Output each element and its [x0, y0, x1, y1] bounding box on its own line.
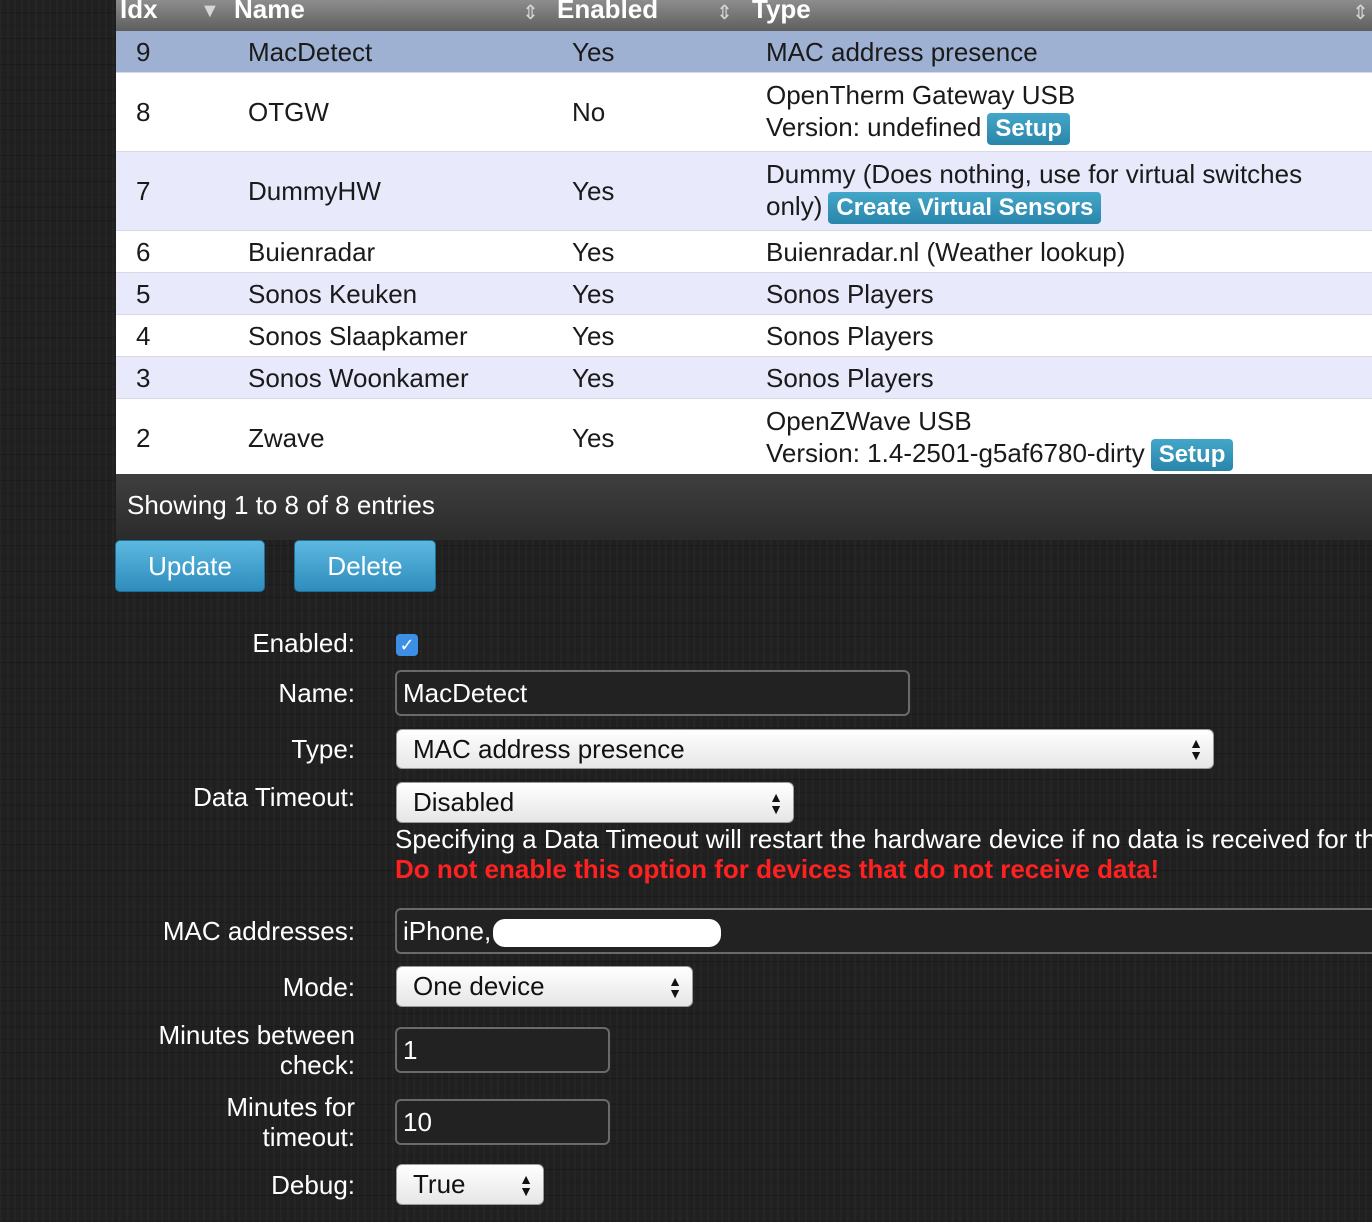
select-arrows-icon: ▲ ▼: [1189, 735, 1203, 763]
delete-button[interactable]: Delete: [294, 540, 436, 592]
table-row[interactable]: 2 Zwave Yes OpenZWave USB Version: 1.4-2…: [116, 399, 1372, 477]
cell-type: OpenTherm Gateway USB Version: undefined…: [766, 79, 1366, 146]
cell-type: Sonos Players: [766, 278, 934, 309]
cell-idx: 2: [136, 422, 151, 453]
debug-select-value: True: [413, 1169, 466, 1199]
mode-select[interactable]: One device ▲ ▼: [396, 966, 693, 1007]
cell-enabled: Yes: [572, 320, 615, 351]
type-text: OpenZWave USB: [766, 405, 972, 436]
data-timeout-help: Specifying a Data Timeout will restart t…: [395, 824, 1372, 854]
table-row[interactable]: 9 MacDetect Yes MAC address presence: [116, 31, 1372, 73]
column-header-name[interactable]: Name: [234, 0, 305, 25]
table-footer: Showing 1 to 8 of 8 entries: [116, 474, 1372, 540]
cell-type: Dummy (Does nothing, use for virtual swi…: [766, 158, 1366, 225]
type-text-cont: only): [766, 190, 823, 221]
data-timeout-label: Data Timeout:: [193, 782, 355, 812]
create-virtual-sensors-button[interactable]: Create Virtual Sensors: [828, 192, 1102, 225]
type-label: Type:: [291, 734, 355, 764]
cell-enabled: Yes: [572, 278, 615, 309]
type-version: Version: undefined: [766, 111, 982, 142]
cell-idx: 5: [136, 278, 151, 309]
select-arrows-icon: ▲ ▼: [519, 1170, 533, 1199]
checkmark-icon: ✓: [399, 635, 415, 655]
table-row[interactable]: 5 Sonos Keuken Yes Sonos Players: [116, 273, 1372, 315]
sort-both-icon[interactable]: ⇕: [522, 0, 539, 25]
debug-label: Debug:: [271, 1170, 355, 1200]
type-version: Version: 1.4-2501-g5af6780-dirty: [766, 437, 1145, 468]
cell-type: Sonos Players: [766, 320, 934, 351]
column-header-enabled[interactable]: Enabled: [557, 0, 658, 25]
name-label: Name:: [278, 678, 355, 708]
debug-select[interactable]: True ▲ ▼: [396, 1164, 544, 1205]
table-row[interactable]: 6 Buienradar Yes Buienradar.nl (Weather …: [116, 231, 1372, 273]
redacted-mark: [493, 919, 722, 948]
cell-type: OpenZWave USB Version: 1.4-2501-g5af6780…: [766, 404, 1366, 471]
cell-type: MAC address presence: [766, 36, 1038, 67]
cell-idx: 7: [136, 176, 151, 206]
enabled-label: Enabled:: [252, 628, 355, 658]
sort-both-icon[interactable]: ⇕: [716, 0, 733, 25]
table-body: 9 MacDetect Yes MAC address presence 8 O…: [116, 31, 1372, 477]
mode-select-value: One device: [413, 971, 545, 1001]
cell-name: DummyHW: [248, 176, 381, 206]
minutes-for-timeout-input[interactable]: 10: [395, 1099, 610, 1145]
cell-idx: 6: [136, 236, 151, 267]
setup-button[interactable]: Setup: [1150, 438, 1234, 471]
cell-name: OTGW: [248, 97, 329, 127]
cell-name: Sonos Keuken: [248, 278, 418, 309]
mac-addresses-input[interactable]: iPhone,: [395, 908, 1372, 954]
column-header-idx[interactable]: Idx: [120, 0, 158, 25]
table-row[interactable]: 8 OTGW No OpenTherm Gateway USB Version:…: [116, 73, 1372, 152]
cell-name: Zwave: [248, 422, 325, 453]
entries-info: Showing 1 to 8 of 8 entries: [127, 490, 435, 520]
name-input[interactable]: MacDetect: [395, 670, 910, 716]
select-arrows-icon: ▲ ▼: [769, 788, 783, 817]
data-timeout-value: Disabled: [413, 787, 515, 817]
cell-enabled: Yes: [572, 36, 615, 67]
minutes-for-timeout-label: Minutes for timeout:: [226, 1092, 355, 1152]
cell-enabled: Yes: [572, 236, 615, 267]
enabled-checkbox[interactable]: ✓: [396, 634, 418, 656]
minutes-between-check-input[interactable]: 1: [395, 1027, 610, 1073]
sort-both-icon[interactable]: ⇕: [1352, 0, 1369, 25]
data-timeout-warning: Do not enable this option for devices th…: [395, 854, 1160, 884]
cell-enabled: No: [572, 97, 606, 127]
cell-enabled: Yes: [572, 362, 615, 393]
table-row[interactable]: 4 Sonos Slaapkamer Yes Sonos Players: [116, 315, 1372, 357]
setup-button[interactable]: Setup: [987, 113, 1071, 146]
cell-name: MacDetect: [248, 36, 373, 67]
update-button[interactable]: Update: [115, 540, 265, 592]
cell-name: Sonos Slaapkamer: [248, 320, 468, 351]
type-text: Dummy (Does nothing, use for virtual swi…: [766, 158, 1303, 189]
hardware-table: Idx ▼ Name ⇕ Enabled ⇕ Type ⇕ 9 MacDetec…: [116, 0, 1372, 540]
select-arrows-icon: ▲ ▼: [668, 972, 682, 1001]
cell-idx: 4: [136, 320, 151, 351]
cell-idx: 9: [136, 36, 151, 67]
cell-idx: 8: [136, 97, 151, 127]
cell-idx: 3: [136, 362, 151, 393]
column-header-type[interactable]: Type: [752, 0, 811, 25]
type-select-value: MAC address presence: [413, 734, 685, 764]
type-select[interactable]: MAC address presence ▲ ▼: [396, 729, 1214, 769]
table-header: Idx ▼ Name ⇕ Enabled ⇕ Type ⇕: [116, 0, 1372, 32]
mac-addresses-label: MAC addresses:: [162, 916, 355, 946]
cell-name: Sonos Woonkamer: [248, 362, 469, 393]
cell-enabled: Yes: [572, 176, 615, 206]
mode-label: Mode:: [282, 972, 355, 1002]
cell-enabled: Yes: [572, 422, 615, 453]
sort-desc-icon[interactable]: ▼: [200, 0, 220, 23]
cell-name: Buienradar: [248, 236, 376, 267]
table-row[interactable]: 3 Sonos Woonkamer Yes Sonos Players: [116, 357, 1372, 399]
minutes-between-check-label: Minutes between check:: [158, 1020, 355, 1080]
cell-type: Sonos Players: [766, 362, 934, 393]
data-timeout-select[interactable]: Disabled ▲ ▼: [396, 782, 794, 823]
table-row[interactable]: 7 DummyHW Yes Dummy (Does nothing, use f…: [116, 152, 1372, 231]
cell-type: Buienradar.nl (Weather lookup): [766, 236, 1126, 267]
mac-addresses-value: iPhone,: [403, 916, 492, 946]
type-text: OpenTherm Gateway USB: [766, 79, 1076, 110]
